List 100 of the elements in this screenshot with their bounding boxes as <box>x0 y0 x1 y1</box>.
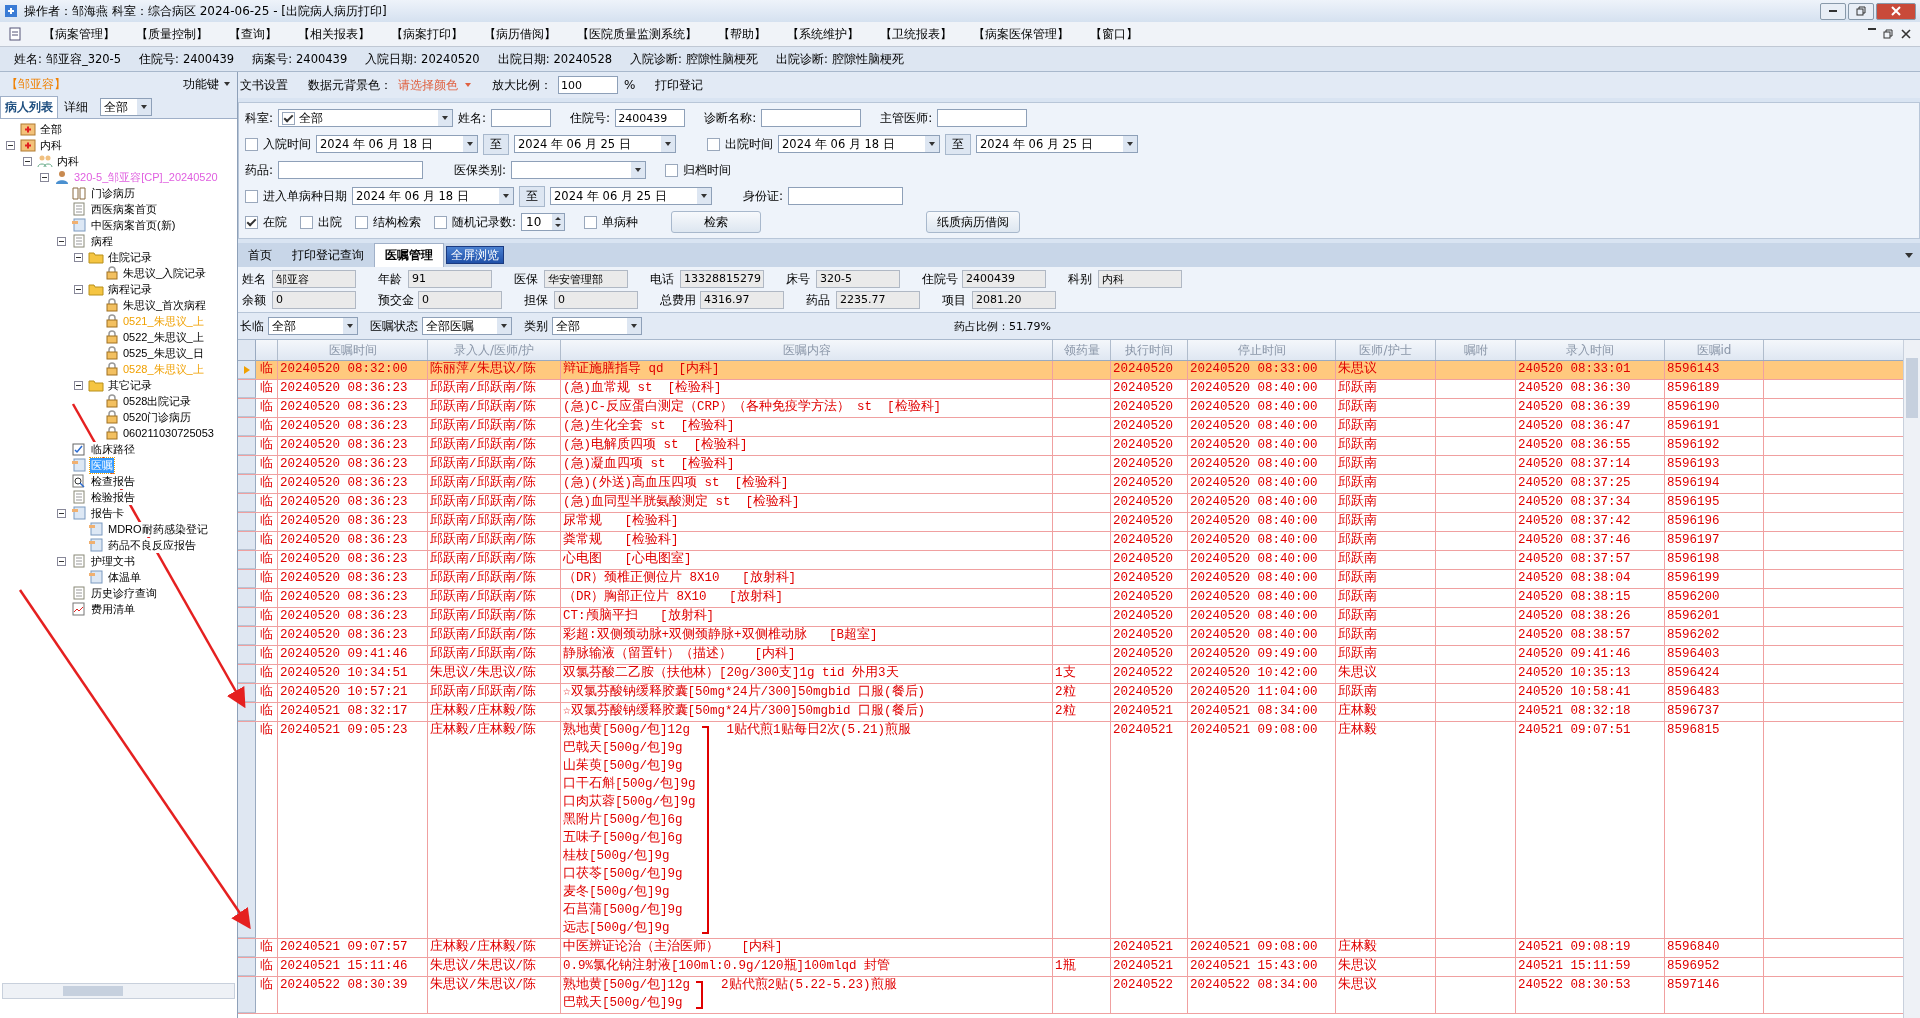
tree-item[interactable]: 历史诊疗查询 <box>90 585 158 601</box>
to-button[interactable]: 至 <box>483 133 509 155</box>
sidebar-tab[interactable]: 病人列表 <box>0 96 58 118</box>
menu-item[interactable]: 【系统维护】 <box>787 25 859 43</box>
tree-item[interactable]: 护理文书 <box>90 553 136 569</box>
date-picker[interactable]: 2024 年 06 月 25 日 <box>514 135 676 153</box>
menu-item[interactable]: 【查询】 <box>229 25 277 43</box>
row-header[interactable] <box>238 608 256 626</box>
row-header[interactable] <box>238 532 256 550</box>
tree-item[interactable]: 病程 <box>90 233 114 249</box>
collapse-icon[interactable] <box>74 284 83 294</box>
inpatient-input[interactable]: 2400439 <box>615 109 686 127</box>
spin-arrows-icon[interactable] <box>552 214 565 230</box>
collapse-icon[interactable] <box>57 236 66 246</box>
horizontal-scrollbar[interactable] <box>2 983 235 999</box>
row-header[interactable] <box>238 399 256 417</box>
checkbox[interactable] <box>245 137 258 151</box>
tree-item[interactable]: 住院记录 <box>107 249 153 265</box>
menu-item[interactable]: 【质量控制】 <box>136 25 208 43</box>
date-picker[interactable]: 2024 年 06 月 25 日 <box>976 135 1138 153</box>
collapse-icon[interactable] <box>57 508 66 518</box>
table-row[interactable]: 临 20240520 08:36:23 邱跃南/邱跃南/陈 CT:颅脑平扫 [放射科] 20240520 20240520 08:40:00 邱跃南 240520 08:38:26 8596201 <box>238 608 1903 627</box>
row-header[interactable] <box>238 570 256 588</box>
table-row[interactable]: 临 20240520 08:36:23 邱跃南/邱跃南/陈 （DR）颈椎正侧位片 8X10 [放射科] 20240520 20240520 08:40:00 邱跃南 240520 08:38:04 8596199 <box>238 570 1903 589</box>
tree-item[interactable]: 内科 <box>39 137 63 153</box>
menu-item[interactable]: 【相关报表】 <box>298 25 370 43</box>
row-header[interactable] <box>238 437 256 455</box>
tree-item[interactable]: 朱思议_首次病程 <box>122 297 208 313</box>
caret-icon[interactable] <box>223 81 231 87</box>
table-row[interactable]: 临 20240520 08:36:23 邱跃南/邱跃南/陈 (急)(外送)高血压四项 st [检验科] 20240520 20240520 08:40:00 邱跃南 240520 08:37:25 8596194 <box>238 475 1903 494</box>
menu-item[interactable]: 【病历借阅】 <box>484 25 556 43</box>
tab[interactable]: 医嘱管理 <box>374 243 444 267</box>
checkbox[interactable] <box>665 163 679 177</box>
row-header[interactable] <box>238 722 256 938</box>
sidebar-tab[interactable]: 详细 <box>60 96 92 118</box>
tree-item[interactable]: 费用清单 <box>90 601 136 617</box>
date-picker[interactable]: 2024 年 06 月 18 日 <box>316 135 478 153</box>
restore-button[interactable] <box>1848 2 1874 20</box>
table-row[interactable]: 临 20240520 08:36:23 邱跃南/邱跃南/陈 (急)生化全套 st [检验科] 20240520 20240520 08:40:00 邱跃南 240520 08:36:47 8596191 <box>238 418 1903 437</box>
tree-item[interactable]: 临床路径 <box>90 441 136 457</box>
tree-item[interactable]: 全部 <box>39 121 63 137</box>
table-row[interactable]: 临 20240520 08:36:23 邱跃南/邱跃南/陈 (急)血常规 st [检验科] 20240520 20240520 08:40:00 邱跃南 240520 08:36:30 8596189 <box>238 380 1903 399</box>
table-row[interactable]: 临 20240520 08:36:23 邱跃南/邱跃南/陈 心电图 [心电图室] 20240520 20240520 08:40:00 邱跃南 240520 08:37:57 8596198 <box>238 551 1903 570</box>
table-row[interactable]: 临 20240520 08:36:23 邱跃南/邱跃南/陈 (急)血同型半胱氨酸测定 st [检验科] 20240520 20240520 08:40:00 邱跃南 240520 08:37:34 8596195 <box>238 494 1903 513</box>
tree-item[interactable]: 0520门诊病历 <box>122 409 193 425</box>
table-row[interactable]: 临 20240520 08:36:23 邱跃南/邱跃南/陈 (急)凝血四项 st [检验科] 20240520 20240520 08:40:00 邱跃南 240520 08:37:14 8596193 <box>238 456 1903 475</box>
row-header[interactable] <box>238 627 256 645</box>
tree-item[interactable]: 西医病案首页 <box>90 201 158 217</box>
table-row[interactable]: 临 20240520 10:57:21 邱跃南/邱跃南/陈 ☆双氯芬酸钠缓释胶囊[50mg*24片/300]50mgbid 口服(餐后) 2粒 20240520 20240520 11:04:00 邱跃南 240520 10:58:41 8596483 <box>238 684 1903 703</box>
checkbox[interactable] <box>355 215 368 229</box>
borrow-button[interactable]: 纸质病历借阅 <box>926 211 1021 233</box>
filter-dropdown[interactable]: 全部 <box>268 317 358 335</box>
row-header[interactable] <box>238 589 256 607</box>
collapse-icon[interactable] <box>57 556 66 566</box>
tree-item[interactable]: 门诊病历 <box>90 185 136 201</box>
close-button[interactable] <box>1876 2 1916 20</box>
row-header[interactable] <box>238 939 256 957</box>
close-icon[interactable] <box>1900 28 1912 40</box>
row-header[interactable] <box>238 475 256 493</box>
doctor-input[interactable] <box>937 109 1028 127</box>
zoom-input[interactable]: 100 <box>558 76 618 94</box>
tree-item[interactable]: 药品不良反应报告 <box>107 537 197 553</box>
table-row[interactable]: 临 20240520 10:34:51 朱思议/朱思议/陈 双氯芬酸二乙胺（扶他林）[20g/300支]1g tid 外用3天 1支 20240522 20240520 10:42:00 朱思议 240520 10:35:13 8596424 <box>238 665 1903 684</box>
row-header[interactable] <box>238 456 256 474</box>
row-header[interactable] <box>238 703 256 721</box>
date-picker[interactable]: 2024 年 06 月 25 日 <box>550 187 712 205</box>
date-picker[interactable]: 2024 年 06 月 18 日 <box>352 187 514 205</box>
table-row[interactable]: 临 20240521 08:32:17 庄林毅/庄林毅/陈 ☆双氯芬酸钠缓释胶囊[50mg*24片/300]50mgbid 口服(餐后) 2粒 20240521 20240521 08:34:00 庄林毅 240521 08:32:18 8596737 <box>238 703 1903 722</box>
function-key-menu[interactable]: 功能键 <box>183 75 219 93</box>
collapse-icon[interactable] <box>74 380 83 390</box>
drug-input[interactable] <box>278 161 424 179</box>
doc-settings-button[interactable]: 文书设置 <box>240 76 288 94</box>
menu-item[interactable]: 【窗口】 <box>1090 25 1138 43</box>
menu-item[interactable]: 【病案打印】 <box>391 25 463 43</box>
table-row[interactable]: 临 20240521 15:11:46 朱思议/朱思议/陈 0.9%氯化钠注射液[100ml:0.9g/120瓶]100mlqd 封管 1瓶 20240521 20240521 15:43:00 朱思议 240521 15:11:59 8596952 <box>238 958 1903 977</box>
table-row[interactable]: 临 20240520 08:36:23 邱跃南/邱跃南/陈 彩超:双侧颈动脉+双侧颈静脉+双侧椎动脉 [B超室] 20240520 20240520 08:40:00 邱跃南 240520 08:38:57 8596202 <box>238 627 1903 646</box>
tree-item[interactable]: 0525_朱思议_日 <box>122 345 205 361</box>
checkbox[interactable] <box>300 215 313 229</box>
filter-dropdown[interactable]: 全部 <box>100 98 152 116</box>
number-spinner[interactable]: 10 <box>521 213 566 231</box>
row-header[interactable] <box>238 494 256 512</box>
diagnosis-input[interactable] <box>761 109 862 127</box>
tree-item[interactable]: 060211030725053 <box>122 427 215 439</box>
checkbox[interactable] <box>245 189 258 203</box>
table-row[interactable] <box>238 722 1903 939</box>
tree-item[interactable]: MDRO耐药感染登记 <box>107 521 209 537</box>
minimize-button[interactable] <box>1820 2 1846 20</box>
tree-item[interactable]: 朱思议_入院记录 <box>122 265 208 281</box>
row-header[interactable] <box>238 418 256 436</box>
table-row[interactable]: 临 20240521 09:07:57 庄林毅/庄林毅/陈 中医辨证论治（主治医师） [内科] 20240521 20240521 09:08:00 庄林毅 240521 09:08:19 8596840 <box>238 939 1903 958</box>
menu-item[interactable]: 【病案医保管理】 <box>973 25 1069 43</box>
table-row[interactable]: 临 20240520 08:36:23 邱跃南/邱跃南/陈 粪常规 [检验科] 20240520 20240520 08:40:00 邱跃南 240520 08:37:46 8596197 <box>238 532 1903 551</box>
checkbox[interactable] <box>245 215 258 229</box>
vertical-scrollbar[interactable] <box>1903 340 1920 1018</box>
tree-item[interactable]: 病程记录 <box>107 281 153 297</box>
menu-item[interactable]: 【医院质量监测系统】 <box>577 25 697 43</box>
menu-item[interactable]: 【病案管理】 <box>43 25 115 43</box>
table-row[interactable]: 临 20240520 08:36:23 邱跃南/邱跃南/陈 (急)C-反应蛋白测定（CRP）（各种免疫学方法） st [检验科] 20240520 20240520 08:40:00 邱跃南 240520 08:36:39 8596190 <box>238 399 1903 418</box>
to-button[interactable]: 至 <box>519 185 545 207</box>
tree-item[interactable]: 检验报告 <box>90 489 136 505</box>
